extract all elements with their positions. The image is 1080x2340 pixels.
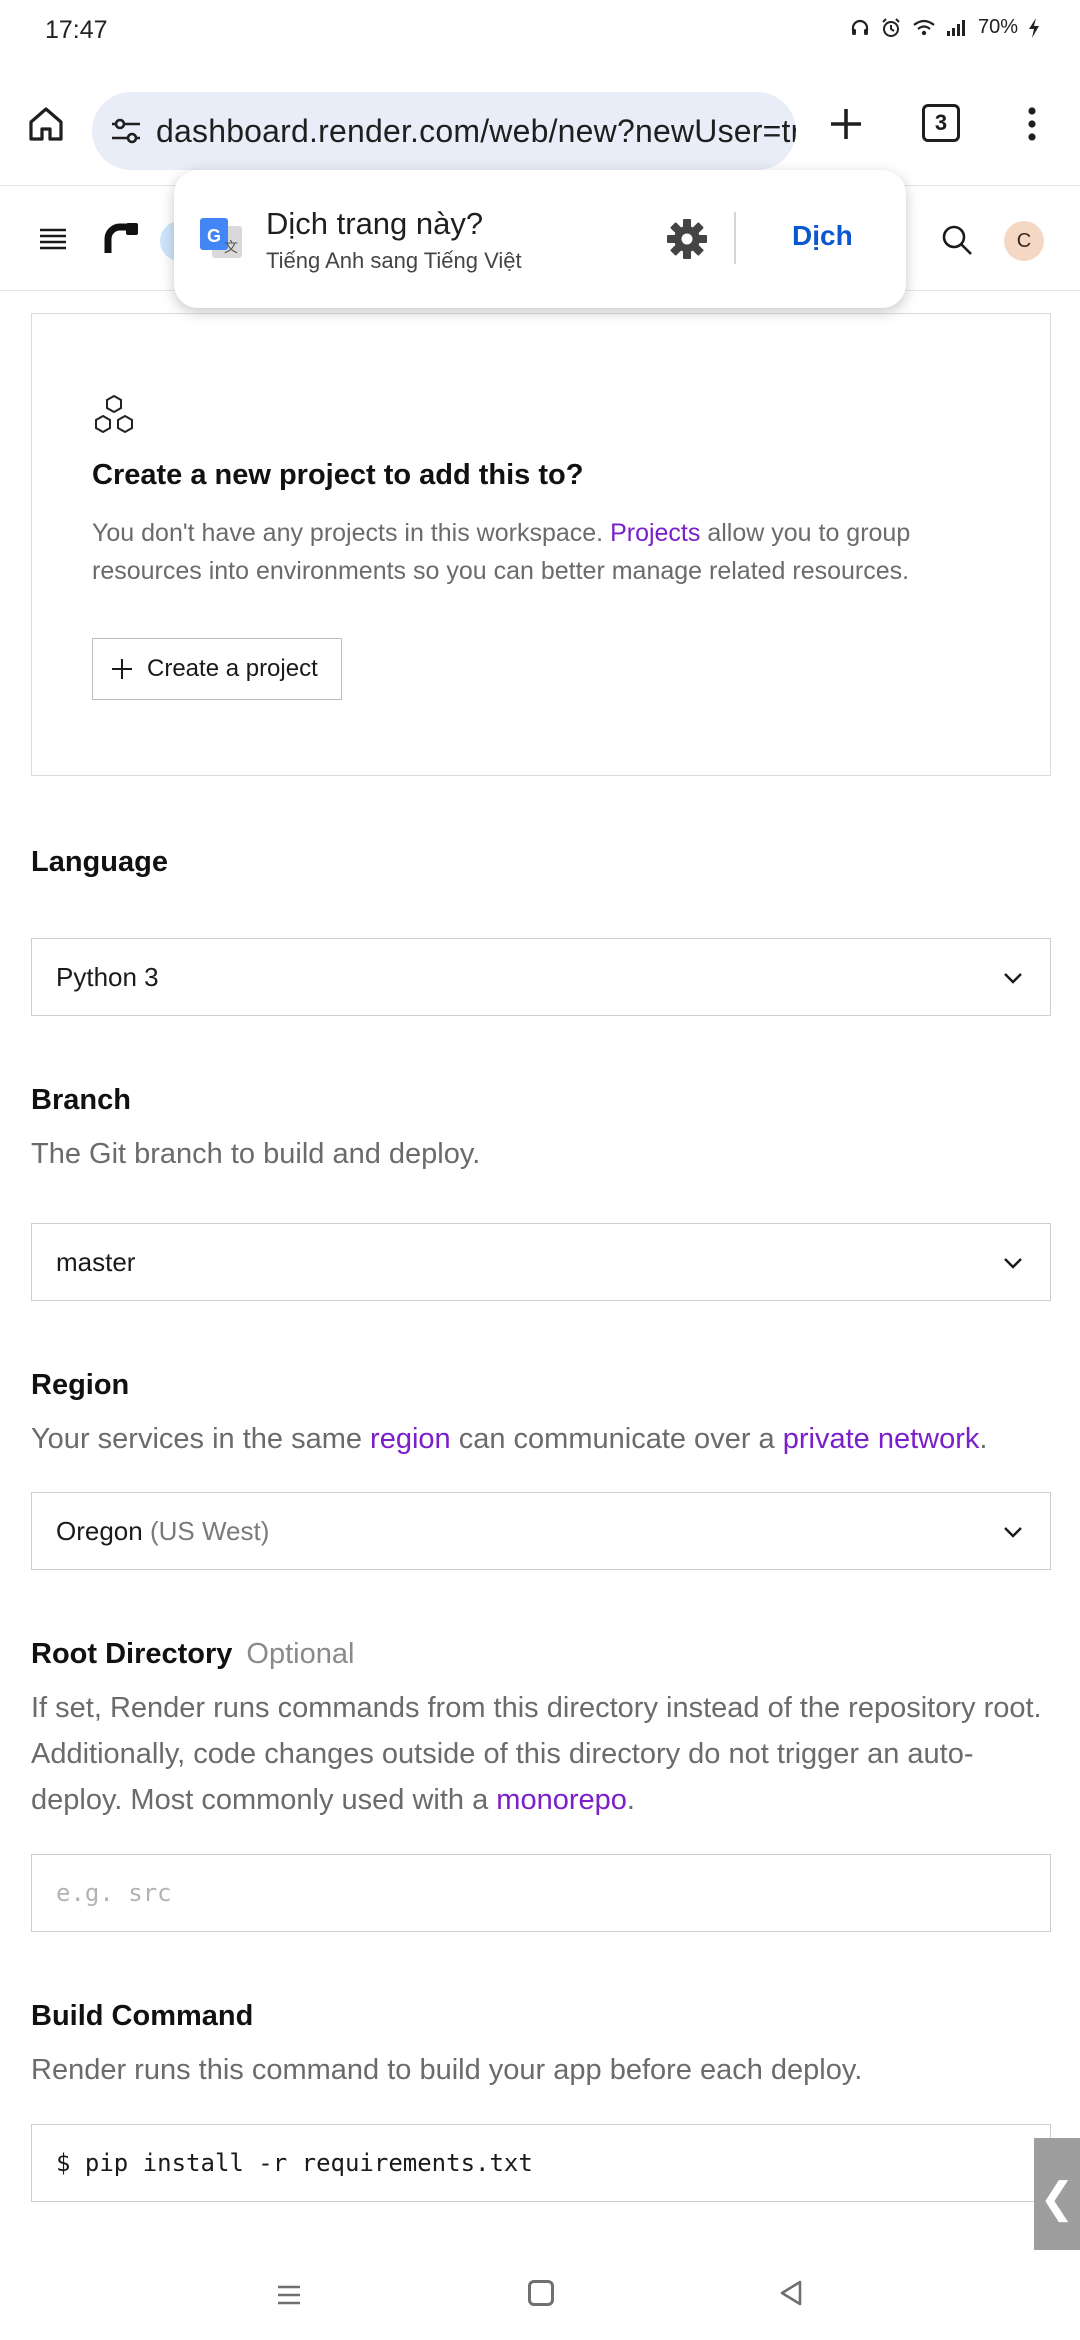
translate-title: Dịch trang này?	[266, 206, 484, 241]
render-logo-icon[interactable]	[104, 219, 142, 257]
chevron-down-icon	[1004, 1258, 1022, 1269]
more-vert-icon	[1028, 107, 1036, 141]
home-button[interactable]	[22, 100, 70, 148]
plus-icon	[831, 109, 861, 139]
address-bar[interactable]: dashboard.render.com/web/new?newUser=tru…	[92, 92, 796, 170]
root-directory-field[interactable]	[56, 1879, 1050, 1907]
svg-text:G: G	[207, 226, 221, 246]
signal-icon	[946, 19, 965, 36]
region-label: Region	[31, 1369, 130, 1401]
project-hexagons-icon	[92, 393, 136, 437]
browser-menu-button[interactable]	[1020, 100, 1044, 148]
svg-text:文: 文	[224, 239, 238, 255]
wifi-icon	[913, 19, 935, 35]
chevron-down-icon	[1004, 973, 1022, 984]
chevron-down-icon	[1004, 1527, 1022, 1538]
chevron-left-icon: ❮	[1039, 2173, 1075, 2221]
status-time: 17:47	[45, 16, 108, 44]
charging-icon	[1029, 17, 1039, 38]
system-nav-bar	[0, 2250, 1080, 2340]
region-value-sub: (US West)	[149, 1515, 270, 1546]
avatar[interactable]: C	[1004, 221, 1044, 261]
new-tab-button[interactable]	[822, 100, 870, 148]
site-settings-icon[interactable]	[106, 111, 146, 151]
root-directory-label: Root Directory Optional	[31, 1638, 355, 1670]
home-icon	[29, 107, 63, 141]
gear-icon[interactable]	[664, 216, 710, 262]
branch-select[interactable]: master	[31, 1223, 1051, 1301]
translate-popup: G文 Dịch trang này? Tiếng Anh sang Tiếng …	[174, 170, 906, 308]
build-command-input[interactable]: $ pip install -r requirements.txt	[31, 2124, 1051, 2202]
home-nav-icon[interactable]	[528, 2280, 554, 2306]
alarm-icon	[882, 17, 900, 37]
language-label: Language	[31, 846, 168, 878]
branch-label: Branch	[31, 1084, 131, 1116]
branch-value: master	[56, 1246, 136, 1277]
translate-button[interactable]: Dịch	[792, 220, 853, 252]
card-title: Create a new project to add this to?	[92, 459, 584, 491]
branch-help: The Git branch to build and deploy.	[31, 1138, 481, 1170]
card-description: You don't have any projects in this work…	[92, 519, 911, 585]
google-translate-icon: G文	[198, 216, 244, 262]
translate-subtitle: Tiếng Anh sang Tiếng Việt	[266, 248, 522, 273]
url-text[interactable]: dashboard.render.com/web/new?newUser=tru…	[156, 113, 796, 150]
divider	[734, 212, 736, 264]
root-directory-input[interactable]	[31, 1854, 1051, 1932]
side-panel-handle[interactable]: ❮	[1034, 2138, 1080, 2256]
status-bar: 17:47 70%	[0, 0, 1080, 60]
region-help: Your services in the same region can com…	[31, 1423, 988, 1455]
private-network-link[interactable]: private network	[783, 1423, 980, 1455]
tab-switcher-button[interactable]: 3	[922, 104, 960, 142]
language-value: Python 3	[56, 961, 159, 992]
region-value: Oregon	[56, 1515, 143, 1546]
create-project-label: Create a project	[147, 655, 318, 682]
battery-text: 70%	[977, 16, 1018, 38]
headphones-icon	[851, 19, 869, 35]
search-icon[interactable]	[940, 223, 976, 259]
project-card: Create a new project to add this to? You…	[31, 313, 1051, 776]
browser-toolbar: dashboard.render.com/web/new?newUser=tru…	[0, 60, 1080, 186]
back-icon[interactable]	[776, 2278, 806, 2308]
plus-icon	[112, 659, 132, 679]
monorepo-link[interactable]: monorepo	[496, 1784, 627, 1816]
region-select[interactable]: Oregon (US West)	[31, 1492, 1051, 1570]
language-select[interactable]: Python 3	[31, 938, 1051, 1016]
root-directory-help: If set, Render runs commands from this d…	[31, 1692, 1042, 1816]
build-command-label: Build Command	[31, 2000, 254, 2032]
status-icons: 70%	[850, 16, 1040, 39]
build-command-value[interactable]: $ pip install -r requirements.txt	[56, 2149, 533, 2177]
region-link[interactable]: region	[370, 1423, 451, 1455]
projects-link[interactable]: Projects	[610, 519, 700, 547]
hamburger-menu-icon[interactable]	[38, 225, 68, 253]
optional-tag: Optional	[246, 1638, 355, 1670]
create-project-button[interactable]: Create a project	[92, 638, 342, 700]
build-command-help: Render runs this command to build your a…	[31, 2054, 863, 2086]
recents-icon[interactable]	[274, 2280, 304, 2310]
